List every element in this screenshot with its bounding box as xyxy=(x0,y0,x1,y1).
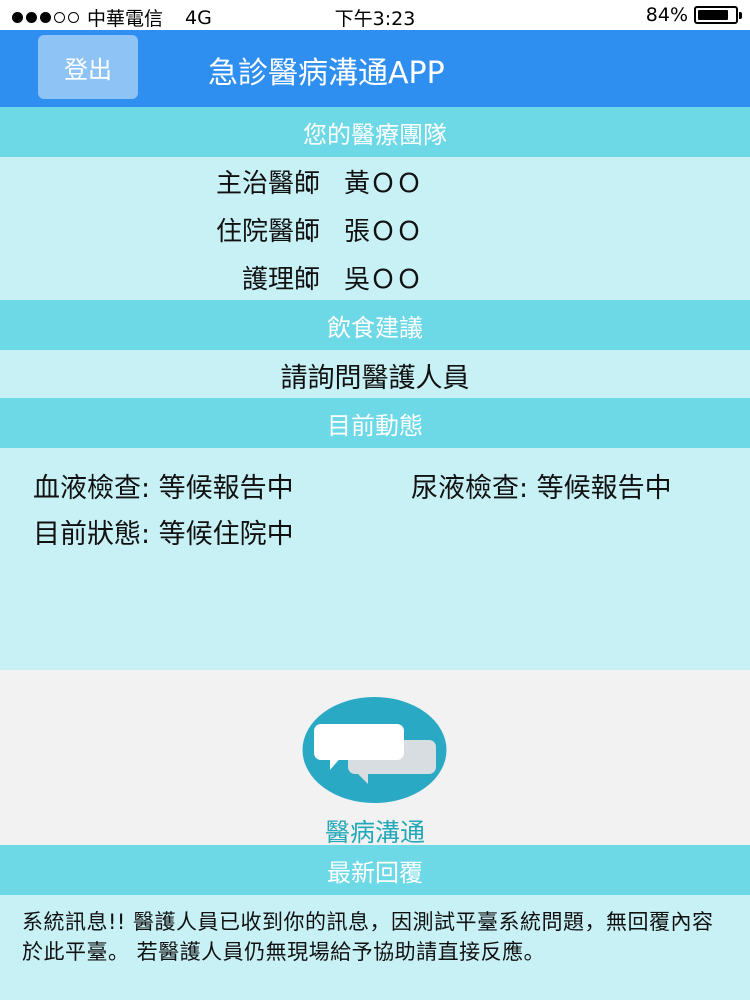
app-title: 急診醫病溝通APP xyxy=(208,56,445,91)
status-section-header: 目前動態 xyxy=(0,398,750,448)
logout-button[interactable]: 登出 xyxy=(38,35,138,99)
chat-area: 醫病溝通 xyxy=(0,670,750,847)
status-bar: 中華電信 4G 下午3:23 84% xyxy=(0,0,750,30)
team-member-row: 護理師 ： 吳ＯＯ xyxy=(0,255,750,295)
status-time: 下午3:23 xyxy=(334,8,416,30)
team-colon: ： xyxy=(302,169,329,199)
team-section-body: 主治醫師 ： 黃ＯＯ 住院醫師 ： 張ＯＯ 護理師 ： 吳ＯＯ xyxy=(0,157,750,300)
chat-label[interactable]: 醫病溝通 xyxy=(0,813,750,849)
team-member-row: 住院醫師 ： 張ＯＯ xyxy=(0,207,750,247)
battery-fill xyxy=(698,10,729,20)
team-member-row: 主治醫師 ： 黃ＯＯ xyxy=(0,159,750,199)
team-name: 張ＯＯ xyxy=(344,217,423,247)
admission-status: 目前狀態: 等候住院中 xyxy=(33,519,294,550)
diet-advice-text: 請詢問醫護人員 xyxy=(280,363,470,394)
battery-icon xyxy=(694,6,742,24)
urine-test-status: 尿液檢查: 等候報告中 xyxy=(411,473,672,504)
battery-percent: 84% xyxy=(645,4,688,26)
team-colon: ： xyxy=(302,217,329,247)
reply-section-body: 系統訊息!! 醫護人員已收到你的訊息，因測試平臺系統問題，無回覆內容於此平臺。 … xyxy=(0,895,750,1000)
reply-section-header: 最新回覆 xyxy=(0,845,750,895)
chat-bubbles-icon[interactable] xyxy=(302,696,447,804)
team-name: 黃ＯＯ xyxy=(344,169,423,199)
diet-section-header: 飲食建議 xyxy=(0,300,750,350)
team-section-header: 您的醫療團隊 xyxy=(0,107,750,157)
status-section-body: 血液檢查: 等候報告中 尿液檢查: 等候報告中 目前狀態: 等候住院中 xyxy=(0,448,750,670)
team-colon: ： xyxy=(302,265,329,295)
app-header: 登出 急診醫病溝通APP xyxy=(0,30,750,107)
team-name: 吳ＯＯ xyxy=(344,265,423,295)
blood-test-status: 血液檢查: 等候報告中 xyxy=(33,473,294,504)
status-bar-right: 84% xyxy=(645,4,742,26)
diet-section-body: 請詢問醫護人員 xyxy=(0,350,750,398)
reply-message: 系統訊息!! 醫護人員已收到你的訊息，因測試平臺系統問題，無回覆內容於此平臺。 … xyxy=(22,910,714,964)
